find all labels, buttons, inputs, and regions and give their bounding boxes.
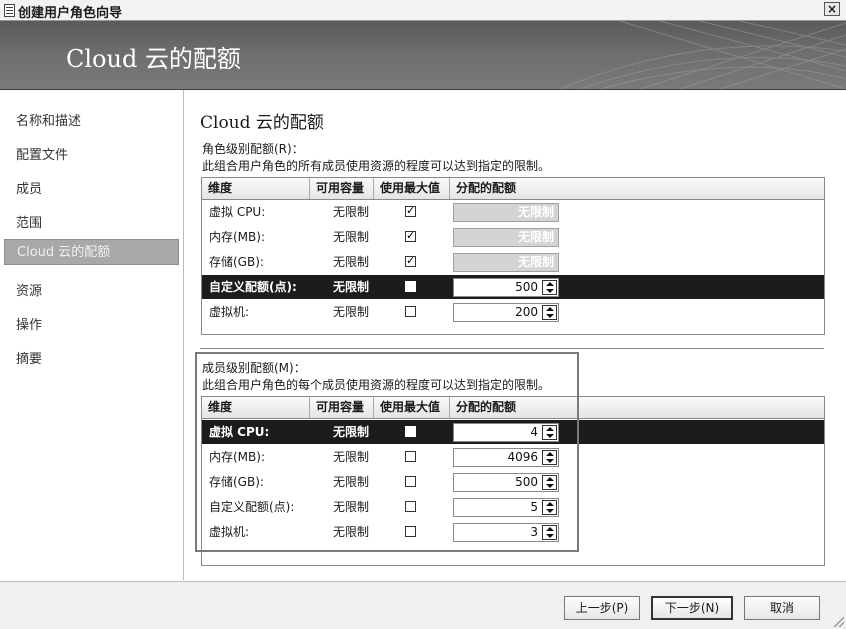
use-max-checkbox[interactable] (405, 306, 416, 317)
quota-spinner: 无限制 (453, 228, 559, 247)
grid-header: 维度 可用容量 使用最大值 分配的配额 (202, 178, 824, 200)
dimension-cell: 内存(MB): (209, 230, 265, 244)
page-title: Cloud 云的配额 (200, 113, 324, 133)
quota-value: 无限制 (517, 205, 554, 219)
window-title: 创建用户角色向导 (18, 6, 123, 21)
nav-item-summary[interactable]: 摘要 (16, 348, 42, 367)
dimension-cell: 自定义配额(点): (209, 280, 297, 294)
capacity-cell: 无限制 (333, 205, 370, 219)
col-use-max[interactable]: 使用最大值 (374, 178, 450, 199)
window-icon (4, 4, 15, 17)
quota-spinner[interactable]: 200 (453, 303, 559, 322)
capacity-cell: 无限制 (333, 280, 370, 294)
dimension-cell: 虚拟机: (209, 305, 250, 319)
wizard-banner: Cloud 云的配额 (0, 21, 846, 90)
nav-item-members[interactable]: 成员 (16, 178, 42, 197)
nav-item-cloud-quota[interactable]: Cloud 云的配额 (4, 239, 179, 265)
quota-spinner: 无限制 (453, 253, 559, 272)
resize-grip-icon[interactable] (834, 617, 844, 627)
wizard-nav: 名称和描述 配置文件 成员 范围 Cloud 云的配额 资源 操作 摘要 (0, 90, 184, 580)
cancel-button[interactable]: 取消 (744, 596, 820, 620)
capacity-cell: 无限制 (333, 305, 370, 319)
spinner-arrows-icon[interactable] (542, 305, 557, 320)
quota-value: 200 (515, 305, 538, 319)
nav-item-resources[interactable]: 资源 (16, 280, 42, 299)
quota-spinner[interactable]: 500 (453, 278, 559, 297)
nav-item-profile[interactable]: 配置文件 (16, 144, 68, 163)
capacity-cell: 无限制 (333, 230, 370, 244)
use-max-checkbox[interactable] (405, 229, 416, 242)
capacity-cell: 无限制 (333, 255, 370, 269)
close-icon: × (826, 2, 838, 16)
wizard-footer: 上一步(P) 下一步(N) 取消 (0, 581, 846, 629)
title-bar: 创建用户角色向导 × (0, 0, 846, 21)
dimension-cell: 存储(GB): (209, 255, 264, 269)
highlight-frame (195, 352, 579, 552)
nav-item-actions[interactable]: 操作 (16, 314, 42, 333)
nav-item-name-description[interactable]: 名称和描述 (16, 110, 81, 129)
table-row[interactable]: 虚拟机: 无限制 200 (202, 300, 824, 324)
quota-spinner: 无限制 (453, 203, 559, 222)
quota-value: 无限制 (517, 255, 554, 269)
nav-item-scope[interactable]: 范围 (16, 212, 42, 231)
role-quota-grid: 维度 可用容量 使用最大值 分配的配额 虚拟 CPU:无限制无限制内存(MB):… (201, 177, 825, 335)
close-button[interactable]: × (824, 2, 840, 16)
col-quota[interactable]: 分配的配额 (450, 178, 544, 199)
table-row[interactable]: 存储(GB): 无限制 无限制 (202, 250, 824, 274)
next-button[interactable]: 下一步(N) (651, 596, 733, 620)
use-max-checkbox[interactable] (405, 281, 416, 292)
prev-button[interactable]: 上一步(P) (564, 596, 640, 620)
role-quota-description: 此组合用户角色的所有成员使用资源的程度可以达到指定的限制。 (202, 159, 551, 173)
table-row[interactable]: 虚拟 CPU: 无限制 无限制 (202, 200, 824, 224)
quota-value: 500 (515, 280, 538, 294)
table-row[interactable]: 自定义配额(点): 无限制 500 (202, 275, 824, 299)
role-quota-label: 角色级别配额(R)： (202, 142, 304, 156)
dimension-cell: 虚拟 CPU: (209, 205, 266, 219)
col-dimension[interactable]: 维度 (202, 178, 310, 199)
table-row[interactable]: 内存(MB): 无限制 无限制 (202, 225, 824, 249)
banner-title: Cloud 云的配额 (66, 45, 241, 73)
spinner-arrows-icon[interactable] (542, 280, 557, 295)
use-max-checkbox[interactable] (405, 204, 416, 217)
col-capacity[interactable]: 可用容量 (310, 178, 374, 199)
section-divider (200, 348, 824, 349)
use-max-checkbox[interactable] (405, 254, 416, 267)
quota-value: 无限制 (517, 230, 554, 244)
